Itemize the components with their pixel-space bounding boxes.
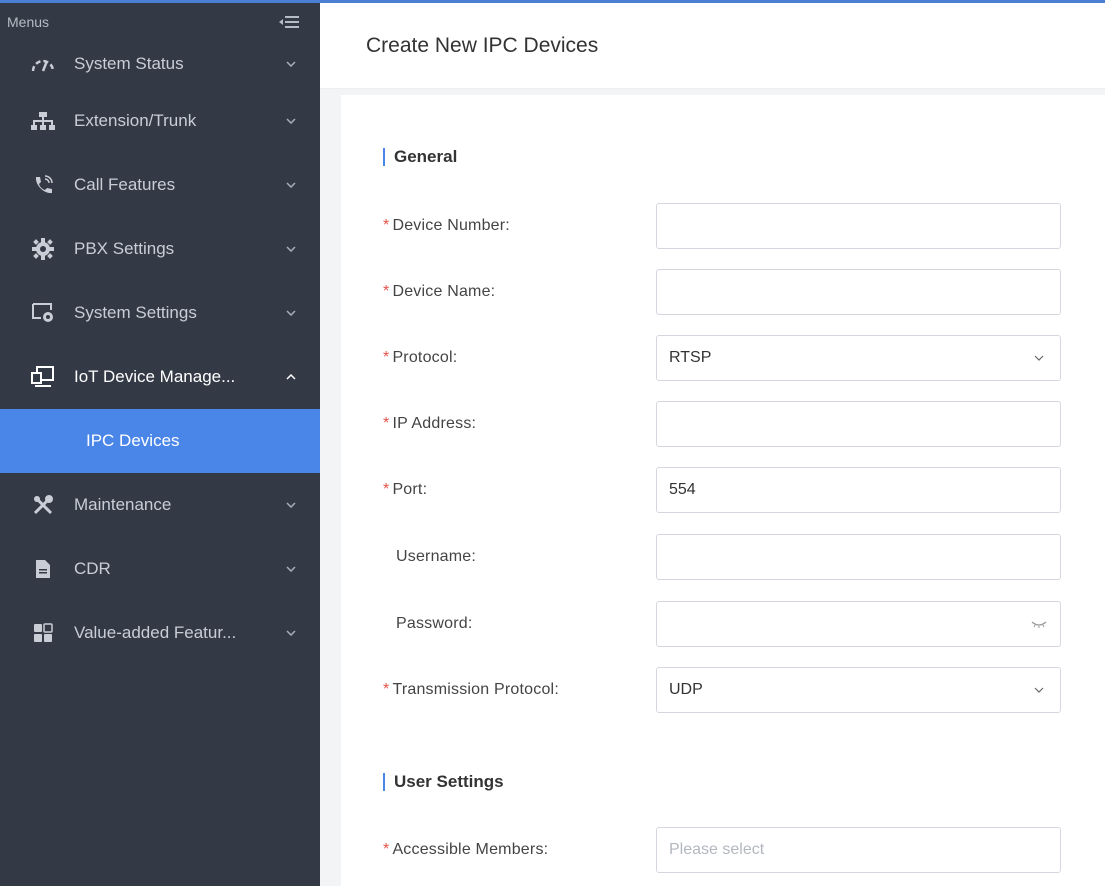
device-number-label: * Device Number: — [383, 217, 510, 234]
transmission-protocol-select[interactable]: UDP — [656, 667, 1061, 713]
document-icon — [30, 558, 56, 580]
password-label: Password: — [396, 615, 473, 632]
chevron-down-icon — [284, 630, 298, 636]
accessible-members-select[interactable]: Please select — [656, 827, 1061, 873]
password-row: Password: — [383, 601, 1083, 647]
transmission-protocol-value: UDP — [669, 681, 703, 698]
username-input[interactable] — [656, 534, 1061, 580]
accessible-members-row: * Accessible Members: Please select — [383, 827, 1083, 873]
chevron-down-icon — [1030, 687, 1048, 693]
devices-icon — [30, 366, 56, 388]
sidebar-subitem-label: IPC Devices — [86, 431, 180, 450]
accessible-members-placeholder: Please select — [669, 841, 765, 858]
sidebar-item-label: Value-added Featur... — [74, 623, 237, 642]
sidebar-item-pbx-settings[interactable]: PBX Settings — [0, 217, 320, 281]
device-number-row: * Device Number: — [383, 203, 1083, 249]
sidebar-item-label: System Settings — [74, 303, 197, 322]
sidebar-item-label: Call Features — [74, 175, 176, 194]
transmission-protocol-row: * Transmission Protocol: UDP — [383, 667, 1083, 713]
sidebar-item-label: Maintenance — [74, 495, 172, 514]
ip-address-row: * IP Address: — [383, 401, 1083, 447]
protocol-row: * Protocol: RTSP — [383, 335, 1083, 381]
section-title: General — [394, 147, 458, 166]
transmission-protocol-label: * Transmission Protocol: — [383, 681, 559, 698]
username-label: Username: — [396, 548, 477, 565]
chevron-down-icon — [284, 118, 298, 124]
sidebar-item-maintenance[interactable]: Maintenance — [0, 473, 320, 537]
section-general: General — [383, 147, 457, 167]
chevron-down-icon — [1030, 355, 1048, 361]
protocol-label: * Protocol: — [383, 349, 458, 366]
collapse-menu-icon[interactable] — [278, 14, 300, 30]
sidebar-item-label: System Status — [74, 54, 184, 73]
eye-closed-icon[interactable] — [1030, 620, 1048, 628]
protocol-select[interactable]: RTSP — [656, 335, 1061, 381]
page-header: Create New IPC Devices — [320, 3, 1105, 89]
chevron-down-icon — [284, 246, 298, 252]
sidebar-item-label: IoT Device Manage... — [74, 367, 236, 386]
settings-screen-icon — [30, 302, 56, 324]
sidebar-item-value-added-features[interactable]: Value-added Featur... — [0, 601, 320, 665]
chevron-down-icon — [284, 182, 298, 188]
sidebar-item-label: Extension/Trunk — [74, 111, 197, 130]
grid-icon — [30, 622, 56, 644]
sidebar-item-system-status[interactable]: System Status — [0, 39, 320, 89]
accessible-members-label: * Accessible Members: — [383, 841, 549, 858]
device-number-input[interactable] — [656, 203, 1061, 249]
sidebar-item-iot-device-management[interactable]: IoT Device Manage... — [0, 345, 320, 409]
sidebar-header-label: Menus — [7, 14, 50, 30]
tools-icon — [30, 494, 56, 516]
section-user-settings: User Settings — [383, 772, 504, 792]
port-value: 554 — [669, 481, 696, 498]
sidebar-subitem-ipc-devices[interactable]: IPC Devices — [0, 409, 320, 473]
chevron-down-icon — [284, 566, 298, 572]
main-content: Create New IPC Devices General * Device N… — [320, 3, 1105, 886]
network-icon — [30, 110, 56, 132]
chevron-up-icon — [284, 374, 298, 380]
device-name-row: * Device Name: — [383, 269, 1083, 315]
sidebar-item-system-settings[interactable]: System Settings — [0, 281, 320, 345]
ip-address-label: * IP Address: — [383, 415, 477, 432]
ip-address-input[interactable] — [656, 401, 1061, 447]
port-input[interactable]: 554 — [656, 467, 1061, 513]
protocol-value: RTSP — [669, 349, 712, 366]
page-title: Create New IPC Devices — [366, 33, 599, 57]
password-input[interactable] — [656, 601, 1061, 647]
chevron-down-icon — [284, 502, 298, 508]
sidebar-item-cdr[interactable]: CDR — [0, 537, 320, 601]
gear-icon — [30, 238, 56, 260]
sidebar-item-label: PBX Settings — [74, 239, 175, 258]
sidebar-item-call-features[interactable]: Call Features — [0, 153, 320, 217]
chevron-down-icon — [284, 310, 298, 316]
section-title: User Settings — [394, 772, 504, 791]
chevron-down-icon — [284, 61, 298, 67]
sidebar-header: Menus — [0, 3, 320, 41]
section-accent-bar — [383, 148, 385, 166]
sidebar-item-label: CDR — [74, 559, 111, 578]
sidebar-item-extension-trunk[interactable]: Extension/Trunk — [0, 89, 320, 153]
port-row: * Port: 554 — [383, 467, 1083, 513]
sidebar: Menus System Status Extension/Trunk Call… — [0, 3, 320, 886]
device-name-input[interactable] — [656, 269, 1061, 315]
phone-icon — [30, 174, 56, 196]
section-accent-bar — [383, 773, 385, 791]
username-row: Username: — [383, 534, 1083, 580]
port-label: * Port: — [383, 481, 428, 498]
form-panel: General * Device Number: * Device Name: * P… — [341, 95, 1105, 886]
gauge-icon — [30, 53, 56, 75]
device-name-label: * Device Name: — [383, 283, 496, 300]
